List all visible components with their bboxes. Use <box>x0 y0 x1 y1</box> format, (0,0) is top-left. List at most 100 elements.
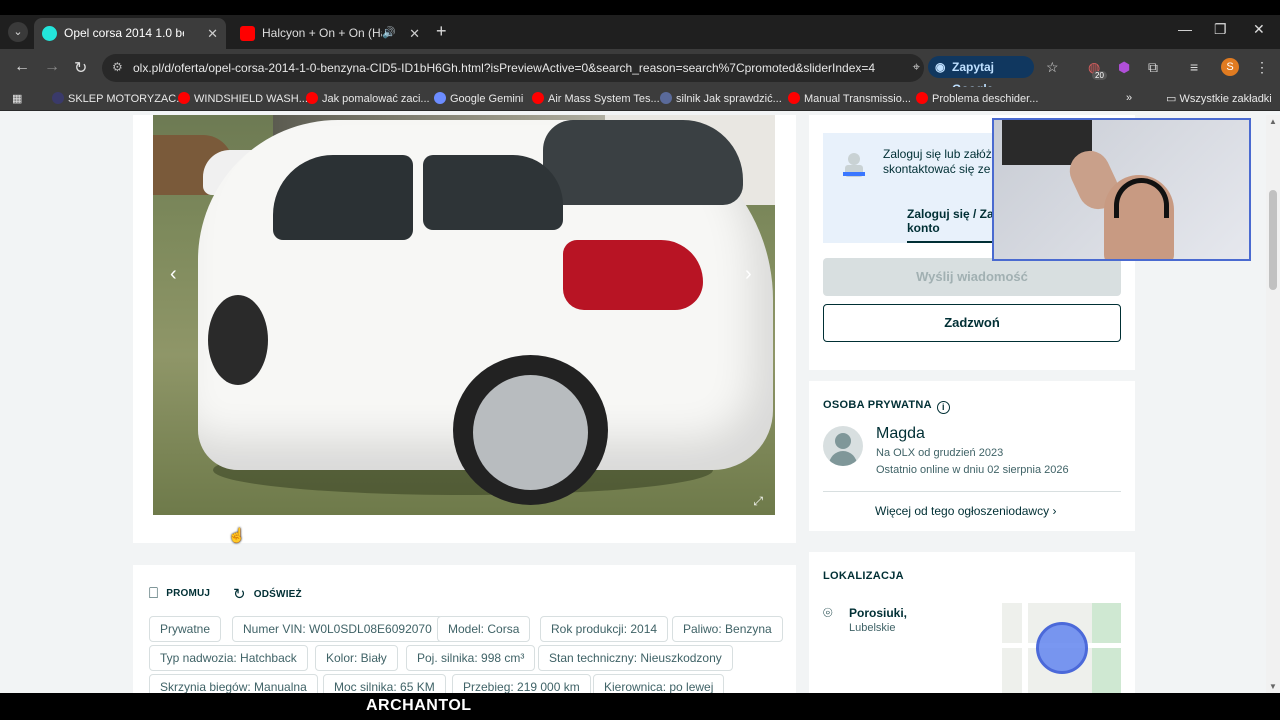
param-tag: Moc silnika: 65 KM <box>323 674 446 693</box>
video-caption-bar: ARCHANTOL <box>0 693 1280 720</box>
minimize-icon[interactable]: — <box>1178 21 1192 37</box>
more-bookmarks-icon[interactable]: » <box>1126 92 1132 104</box>
site-info-icon[interactable]: ⚙ <box>112 60 123 74</box>
speaker-icon[interactable]: 🔊 <box>382 18 396 49</box>
close-tab-icon[interactable]: ✕ <box>409 18 420 49</box>
fullscreen-icon[interactable]: ⤢ <box>753 494 763 509</box>
reload-icon[interactable]: ↻ <box>74 58 87 78</box>
location-city: Porosiuki, <box>849 606 908 620</box>
seller-card: OSOBA PRYWATNA i Magda Na OLX od grudzień… <box>809 381 1135 531</box>
map-area-circle <box>1036 622 1088 674</box>
photo-side-window <box>423 155 563 230</box>
page-scrollbar[interactable]: ▲ ▼ <box>1266 115 1280 693</box>
scroll-up-icon[interactable]: ▲ <box>1269 117 1277 126</box>
bookmark-item[interactable]: Air Mass System Tes... <box>532 92 660 105</box>
tab-strip: ⌄ Opel corsa 2014 1.0 benzyna PC ✕ Halcy… <box>0 15 1280 49</box>
photo-hubcap <box>473 375 588 490</box>
bookmark-item[interactable]: SKLEP MOTORYZAC... <box>52 92 185 105</box>
seller-since: Na OLX od grudzień 2023 <box>876 447 1004 459</box>
tab-search-icon[interactable]: ⌄ <box>8 22 28 42</box>
bookmark-item[interactable]: Problema deschider... <box>916 92 1038 105</box>
refresh-icon: ↻ <box>233 586 246 603</box>
new-tab-icon[interactable]: + <box>436 21 447 42</box>
user-badge-icon <box>843 153 865 177</box>
photo-front-window <box>273 155 413 240</box>
map-road <box>1022 603 1028 693</box>
listing-details-card: ⎕ PROMUJ ↻ ODŚWIEŻ Prywatne Numer VIN: W0L… <box>133 565 796 693</box>
param-tag: Rok produkcji: 2014 <box>540 616 669 642</box>
bookmark-item[interactable]: Jak pomalować zaci... <box>306 92 430 105</box>
param-tag: Kolor: Biały <box>315 645 398 671</box>
tab-opel-corsa[interactable]: Opel corsa 2014 1.0 benzyna PC ✕ <box>34 18 226 49</box>
lens-icon: ◉ <box>935 60 946 74</box>
close-tab-icon[interactable]: ✕ <box>207 18 218 49</box>
avatar <box>823 426 863 466</box>
param-tag: Stan techniczny: Nieuszkodzony <box>538 645 733 671</box>
browser-window: ⌄ Opel corsa 2014 1.0 benzyna PC ✕ Halcy… <box>0 15 1280 693</box>
location-map[interactable] <box>1002 603 1121 693</box>
location-pin-icon[interactable]: ⌖ <box>913 59 920 75</box>
bookmark-star-icon[interactable]: ☆ <box>1046 59 1059 76</box>
youtube-icon <box>178 92 190 104</box>
bookmark-item[interactable]: silnik Jak sprawdzić... <box>660 92 782 105</box>
webcam-overlay <box>992 118 1251 261</box>
extensions-puzzle-icon[interactable]: ⧉ <box>1148 59 1158 76</box>
browser-toolbar: ← → ↻ ⚙ olx.pl/d/oferta/opel-corsa-2014-… <box>0 49 1280 96</box>
location-pin-icon: ⌾ <box>823 605 833 622</box>
param-tag: Skrzynia biegów: Manualna <box>149 674 318 693</box>
seller-heading: OSOBA PRYWATNA i <box>823 399 950 414</box>
scroll-down-icon[interactable]: ▼ <box>1269 682 1277 691</box>
send-message-button[interactable]: Wyślij wiadomość <box>823 258 1121 296</box>
photo-front-wheel <box>208 295 268 385</box>
extension-shield-icon[interactable]: ⬢ <box>1118 59 1130 76</box>
photo-rear-window <box>543 120 743 205</box>
param-tag: Typ nadwozia: Hatchback <box>149 645 308 671</box>
youtube-icon <box>306 92 318 104</box>
tab-title: Halcyon + On + On (Hacker <box>262 26 382 40</box>
chevron-right-icon: › <box>1049 504 1057 518</box>
youtube-favicon-icon <box>240 26 255 41</box>
hand-cursor-icon: ☝ <box>228 527 246 543</box>
bookmark-item[interactable]: WINDSHIELD WASH... <box>178 92 308 105</box>
param-tag: Przebieg: 219 000 km <box>452 674 591 693</box>
youtube-icon <box>532 92 544 104</box>
close-window-icon[interactable]: ✕ <box>1253 21 1265 38</box>
car-photo[interactable]: ‹ › ⤢ <box>153 115 775 515</box>
call-button[interactable]: Zadzwoń <box>823 304 1121 342</box>
param-tag: Paliwo: Benzyna <box>672 616 783 642</box>
all-bookmarks[interactable]: ▭ Wszystkie zakładki <box>1166 92 1272 105</box>
photo-tail-light <box>563 240 703 310</box>
back-icon[interactable]: ← <box>14 58 30 76</box>
extension-badge: 20 <box>1092 71 1107 80</box>
youtube-icon <box>916 92 928 104</box>
bookmark-item[interactable]: Google Gemini <box>434 92 523 105</box>
map-green-area <box>1092 603 1121 693</box>
media-queue-icon[interactable]: ≡ <box>1190 59 1198 75</box>
menu-kebab-icon[interactable]: ⋮ <box>1255 59 1269 76</box>
channel-caption: ARCHANTOL <box>366 697 472 714</box>
refresh-button[interactable]: ↻ ODŚWIEŻ <box>233 585 302 603</box>
gemini-icon <box>434 92 446 104</box>
previous-photo-icon[interactable]: ‹ <box>170 263 177 286</box>
next-photo-icon[interactable]: › <box>745 263 752 286</box>
more-from-seller-link[interactable]: Więcej od tego ogłoszeniodawcy › <box>875 504 1056 518</box>
address-bar[interactable]: ⚙ olx.pl/d/oferta/opel-corsa-2014-1-0-be… <box>102 54 924 82</box>
bookmark-item[interactable]: Manual Transmissio... <box>788 92 911 105</box>
ask-google-button[interactable]: ◉ Zapytaj Google <box>928 56 1034 96</box>
apps-grid-icon[interactable]: ▦ <box>12 92 22 105</box>
folder-icon: ▭ <box>1166 93 1180 105</box>
site-favicon-icon <box>660 92 672 104</box>
restore-icon[interactable]: ❐ <box>1214 21 1227 38</box>
scroll-thumb[interactable] <box>1269 190 1277 290</box>
tab-halcyon[interactable]: Halcyon + On + On (Hacker 🔊 ✕ <box>232 18 428 49</box>
profile-avatar[interactable]: S <box>1221 58 1239 76</box>
bookmark-favicon-icon <box>52 92 64 104</box>
avatar-body <box>829 451 857 466</box>
olx-favicon-icon <box>42 26 57 41</box>
info-icon[interactable]: i <box>936 401 950 414</box>
param-tag: Model: Corsa <box>437 616 531 642</box>
seller-last-online: Ostatnio online w dniu 02 sierpnia 2026 <box>876 464 1069 476</box>
forward-icon[interactable]: → <box>44 58 60 76</box>
url-text[interactable]: olx.pl/d/oferta/opel-corsa-2014-1-0-benz… <box>133 61 875 75</box>
promote-button[interactable]: ⎕ PROMUJ <box>149 585 210 602</box>
